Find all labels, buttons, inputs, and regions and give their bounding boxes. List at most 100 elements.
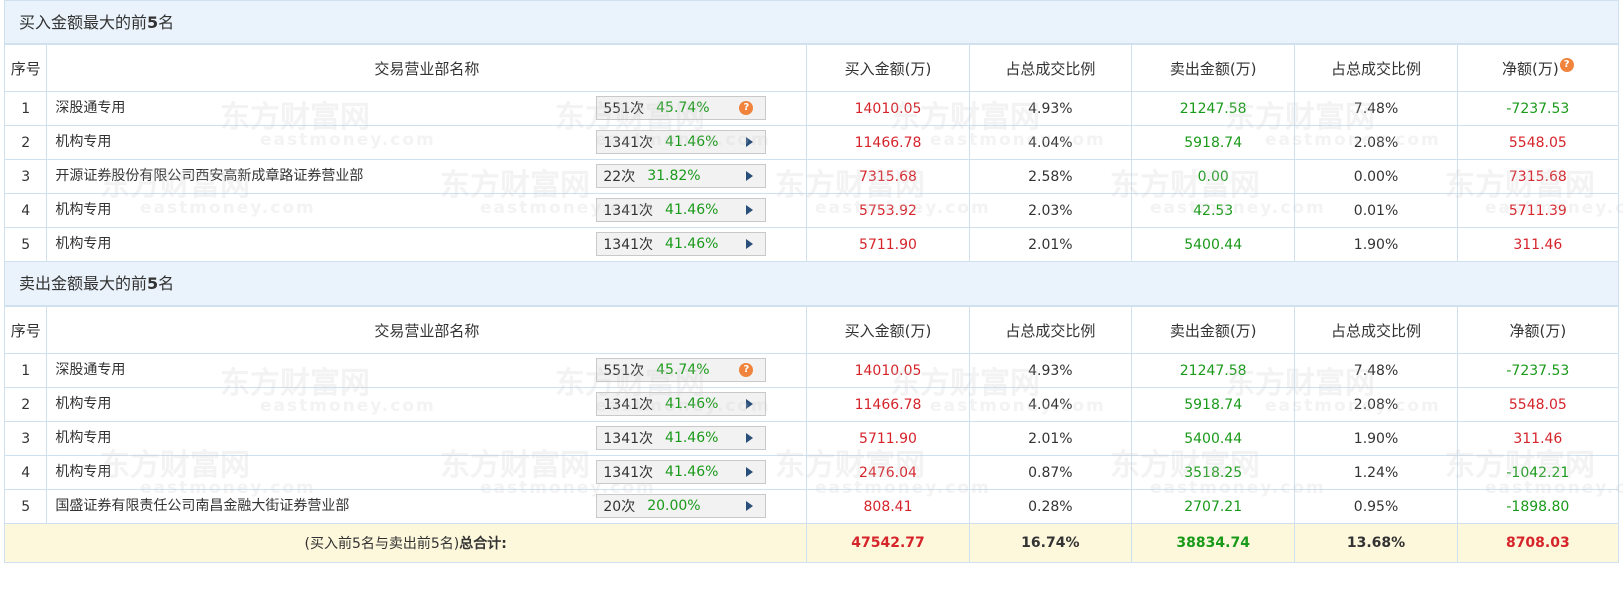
branch-stats-chip[interactable]: 20次 20.00% [596,494,767,518]
sell-title-text: 卖出金额最大的前 [19,274,148,293]
table-row[interactable]: 2 机构专用 1341次 41.46% 11466.78 4.04% 5918.74 2.08… [3,125,1620,160]
buy-title-num: 5 [147,13,159,32]
table-row[interactable]: 1 深股通专用 551次 45.74%? 14010.05 4.93% 21247.58 7.… [3,91,1620,126]
branch-name-link[interactable]: 深股通专用 [55,354,125,387]
col-header-net: 净额(万) [1456,306,1620,354]
col-header-sell: 卖出金额(万) [1130,44,1296,92]
branch-name-link[interactable]: 机构专用 [55,388,111,421]
row-index: 4 [3,455,48,490]
branch-stats-chip[interactable]: 1341次 41.46% [596,130,767,154]
branch-win-rate: 41.46% [665,202,719,218]
total-net: 8708.03 [1456,523,1620,563]
branch-count: 1341次 [603,397,654,413]
buy-amount: 5711.90 [806,421,970,456]
table-row[interactable]: 2 机构专用 1341次 41.46% 11466.78 4.04% 5918.74 2.08… [3,387,1620,422]
buy-amount: 11466.78 [806,125,970,160]
help-icon[interactable]: ? [1559,57,1574,72]
buy-amount: 2476.04 [806,455,970,490]
branch-cell: 机构专用 1341次 41.46% [46,193,808,228]
buy-ratio: 4.04% [968,387,1133,422]
branch-count: 1341次 [603,465,654,481]
branch-name-link[interactable]: 国盛证券有限责任公司南昌金融大街证券营业部 [55,490,349,523]
branch-name-link[interactable]: 机构专用 [55,194,111,227]
sell-ratio: 0.00% [1294,159,1458,194]
branch-name-link[interactable]: 机构专用 [55,422,111,455]
branch-stats-chip[interactable]: 22次 31.82% [596,164,767,188]
sell-ratio: 7.48% [1294,353,1458,388]
net-amount: -7237.53 [1456,353,1620,388]
branch-cell: 机构专用 1341次 41.46% [46,387,808,422]
branch-stats-chip[interactable]: 1341次 41.46% [596,198,767,222]
arrow-right-icon[interactable] [746,239,754,249]
sell-amount: 2707.21 [1130,489,1296,524]
arrow-right-icon[interactable] [746,399,754,409]
branch-name-link[interactable]: 开源证券股份有限公司西安高新成章路证券营业部 [55,160,363,193]
arrow-right-icon[interactable] [746,171,754,181]
branch-stats-chip[interactable]: 1341次 41.46% [596,426,767,450]
table-row[interactable]: 3 开源证券股份有限公司西安高新成章路证券营业部 22次 31.82% 7315.68 2… [3,159,1620,194]
row-index: 4 [3,193,48,228]
branch-stats-chip[interactable]: 1341次 41.46% [596,232,767,256]
branch-win-rate: 41.46% [665,430,719,446]
row-index: 2 [3,125,48,160]
buy-amount: 5753.92 [806,193,970,228]
buy-ratio: 2.58% [968,159,1133,194]
table-row[interactable]: 5 机构专用 1341次 41.46% 5711.90 2.01% 5400.44 1.90%… [3,227,1620,262]
total-label-bold: 总合计: [459,536,507,552]
total-sell-ratio: 13.68% [1294,523,1458,563]
col-header-branch: 交易营业部名称 [46,44,808,92]
sell-amount: 5918.74 [1130,387,1296,422]
net-amount: -1042.21 [1456,455,1620,490]
branch-name-link[interactable]: 机构专用 [55,126,111,159]
sell-ratio: 1.90% [1294,227,1458,262]
branch-stats-chip[interactable]: 1341次 41.46% [596,460,767,484]
branch-count: 551次 [603,101,645,117]
buy-amount: 11466.78 [806,387,970,422]
buy-table-body: 1 深股通专用 551次 45.74%? 14010.05 4.93% 21247.58 7.… [3,91,1620,262]
buy-table-header: 序号 交易营业部名称 买入金额(万) 占总成交比例 卖出金额(万) 占总成交比例… [3,44,1620,92]
question-icon[interactable]: ? [739,363,754,377]
arrow-right-icon[interactable] [746,137,754,147]
branch-stats-chip[interactable]: 1341次 41.46% [596,392,767,416]
table-row[interactable]: 4 机构专用 1341次 41.46% 2476.04 0.87% 3518.25 1.24%… [3,455,1620,490]
branch-name-link[interactable]: 机构专用 [55,228,111,261]
arrow-right-icon[interactable] [746,205,754,215]
table-row[interactable]: 5 国盛证券有限责任公司南昌金融大街证券营业部 20次 20.00% 808.41 0.2… [3,489,1620,524]
total-sell: 38834.74 [1130,523,1296,563]
branch-name-link[interactable]: 机构专用 [55,456,111,489]
net-amount: 311.46 [1456,227,1620,262]
sell-section-title: 卖出金额最大的前5名 [4,262,1619,306]
branch-count: 1341次 [603,203,654,219]
col-header-buy: 买入金额(万) [806,44,970,92]
col-header-buy-ratio: 占总成交比例 [968,44,1133,92]
sell-ratio: 2.08% [1294,125,1458,160]
branch-win-rate: 31.82% [647,168,701,184]
arrow-right-icon[interactable] [746,467,754,477]
sell-ratio: 1.24% [1294,455,1458,490]
col-header-branch: 交易营业部名称 [46,306,808,354]
table-row[interactable]: 3 机构专用 1341次 41.46% 5711.90 2.01% 5400.44 1.90%… [3,421,1620,456]
buy-title-suffix: 名 [158,13,175,32]
branch-name-link[interactable]: 深股通专用 [55,92,125,125]
arrow-right-icon[interactable] [746,433,754,443]
row-index: 5 [3,489,48,524]
row-index: 3 [3,159,48,194]
branch-count: 22次 [603,169,636,185]
buy-title-text: 买入金额最大的前 [19,13,148,32]
net-amount: -1898.80 [1456,489,1620,524]
branch-stats-chip[interactable]: 551次 45.74%? [596,358,767,382]
branch-cell: 机构专用 1341次 41.46% [46,227,808,262]
sell-amount: 21247.58 [1130,353,1296,388]
row-index: 2 [3,387,48,422]
sell-amount: 0.00 [1130,159,1296,194]
arrow-right-icon[interactable] [746,501,754,511]
row-index: 1 [3,353,48,388]
table-row[interactable]: 4 机构专用 1341次 41.46% 5753.92 2.03% 42.53 0.01% 57… [3,193,1620,228]
branch-count: 551次 [603,363,645,379]
branch-cell: 深股通专用 551次 45.74%? [46,353,808,388]
branch-count: 1341次 [603,135,654,151]
question-icon[interactable]: ? [739,101,754,115]
table-row[interactable]: 1 深股通专用 551次 45.74%? 14010.05 4.93% 21247.58 7.… [3,353,1620,388]
branch-stats-chip[interactable]: 551次 45.74%? [596,96,767,120]
branch-win-rate: 41.46% [665,464,719,480]
